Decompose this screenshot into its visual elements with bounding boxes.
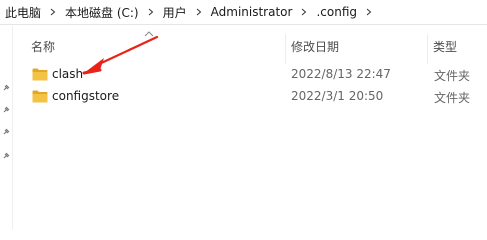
column-header-date-modified[interactable]: 修改日期 — [291, 34, 339, 58]
chevron-right-icon[interactable] — [191, 0, 207, 25]
breadcrumb-label[interactable]: 用户 — [159, 4, 191, 21]
file-date-modified: 2022/8/13 22:47 — [291, 67, 391, 81]
chevron-right-icon[interactable] — [296, 0, 312, 25]
pin-icon[interactable] — [2, 152, 10, 160]
file-row-configstore[interactable]: configstore 2022/3/1 20:50 文件夹 — [13, 86, 487, 108]
breadcrumb-label[interactable]: Administrator — [207, 5, 297, 19]
sort-arrow-icon — [144, 31, 154, 37]
breadcrumb-item-administrator[interactable]: Administrator — [207, 0, 297, 25]
breadcrumb-item-this-pc[interactable]: 此电脑 — [1, 0, 45, 25]
file-name[interactable]: configstore — [52, 89, 119, 103]
folder-icon — [32, 68, 48, 81]
pin-icon[interactable] — [2, 84, 10, 92]
breadcrumb-label[interactable]: 本地磁盘 (C:) — [61, 4, 143, 21]
file-type: 文件夹 — [434, 91, 471, 105]
file-date-modified: 2022/3/1 20:50 — [291, 89, 384, 103]
pin-icon[interactable] — [2, 106, 10, 114]
column-header-name[interactable]: 名称 — [31, 34, 55, 58]
breadcrumb-item-local-disk[interactable]: 本地磁盘 (C:) — [61, 0, 143, 25]
column-headers: 名称 修改日期 类型 — [13, 31, 487, 64]
breadcrumb-label[interactable]: .config — [312, 5, 361, 19]
file-list: clash 2022/8/13 22:47 文件夹 configstore 20… — [13, 64, 487, 108]
navigation-pane — [0, 26, 12, 229]
breadcrumb-item-config[interactable]: .config — [312, 0, 361, 25]
file-row-clash[interactable]: clash 2022/8/13 22:47 文件夹 — [13, 64, 487, 86]
breadcrumb: 此电脑 本地磁盘 (C:) 用户 Administrator .config — [0, 0, 487, 25]
chevron-right-icon[interactable] — [143, 0, 159, 25]
breadcrumb-item-users[interactable]: 用户 — [159, 0, 191, 25]
file-name[interactable]: clash — [52, 67, 83, 81]
column-divider[interactable] — [285, 34, 286, 64]
chevron-right-icon[interactable] — [361, 0, 377, 25]
pin-icon[interactable] — [2, 128, 10, 136]
breadcrumb-label[interactable]: 此电脑 — [1, 4, 45, 21]
file-type: 文件夹 — [434, 69, 471, 83]
column-header-type[interactable]: 类型 — [433, 34, 457, 58]
file-explorer-window: 此电脑 本地磁盘 (C:) 用户 Administrator .config 名… — [0, 0, 487, 229]
chevron-right-icon[interactable] — [45, 0, 61, 25]
folder-icon — [32, 90, 48, 103]
column-divider[interactable] — [427, 34, 428, 64]
